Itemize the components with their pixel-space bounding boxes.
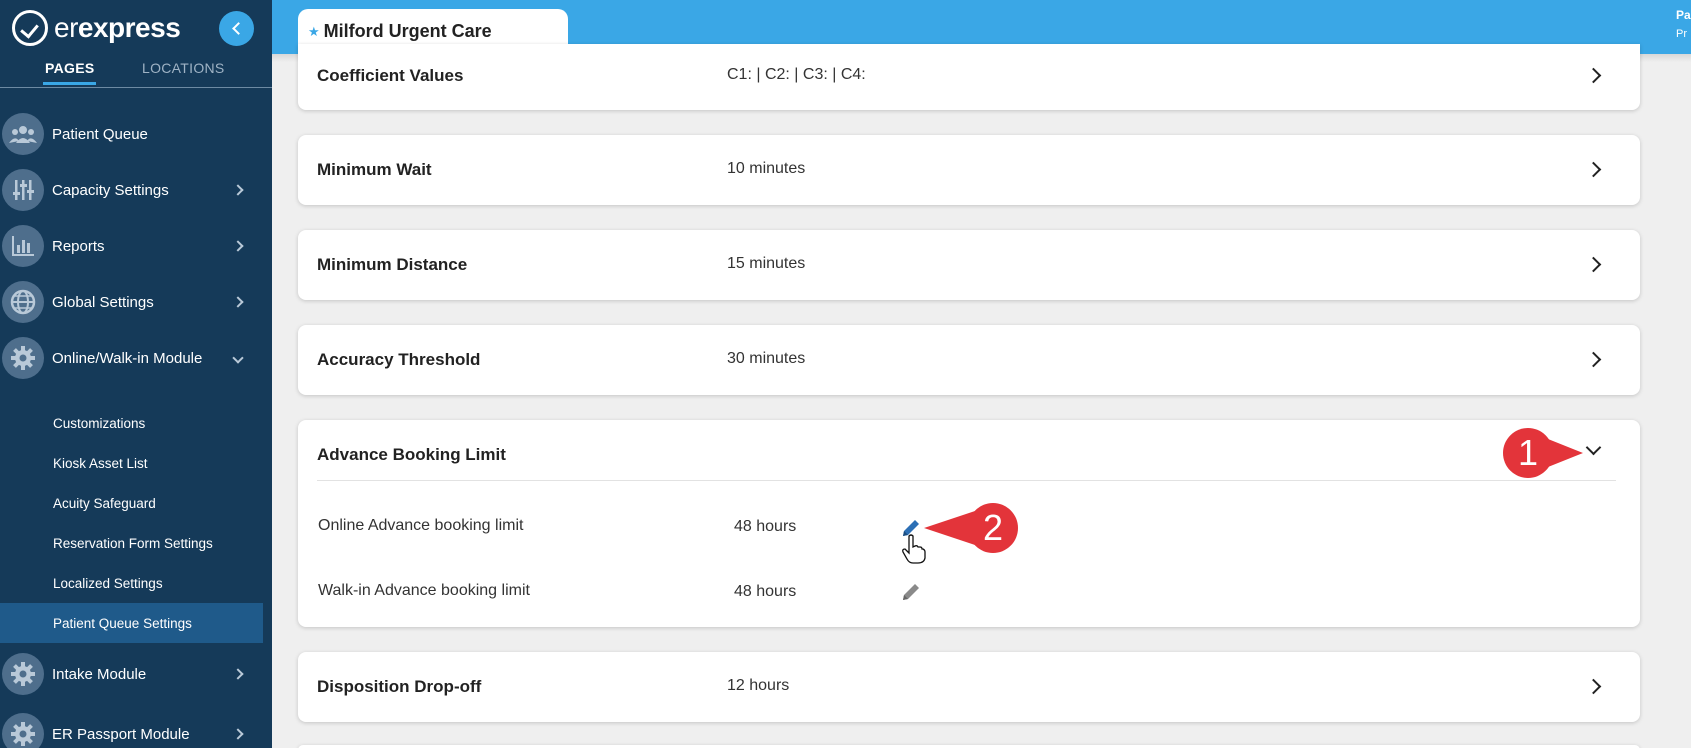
chevron-right-icon [232,240,244,252]
logo-er: er [54,12,78,43]
sidebar-item-reports[interactable]: Reports [0,218,272,274]
sidebar-item-online-walkin-module[interactable]: Online/Walk-in Module [0,330,272,386]
sidebar-item-label: Online/Walk-in Module [52,349,203,367]
chevron-right-icon [1585,67,1602,84]
divider [317,480,1616,481]
online-advance-booking-label: Online Advance booking limit [318,517,524,534]
globe-icon [2,281,44,323]
card-title: Coefficient Values [317,66,464,85]
sidebar-item-er-passport-module[interactable]: ER Passport Module [0,706,272,748]
chevron-right-icon [232,296,244,308]
callout-2: 2 [924,502,1020,554]
setting-card-coefficient-values[interactable]: Coefficient Values C1: | C2: | C3: | C4: [298,44,1640,110]
chevron-right-icon [1585,678,1602,695]
star-icon: ★ [308,23,320,39]
card-title: Disposition Drop-off [317,677,482,696]
sidebar-item-patient-queue[interactable]: Patient Queue [0,106,272,162]
sidebar-item-intake-module[interactable]: Intake Module [0,646,272,702]
edit-walkin-booking-pencil-icon[interactable] [900,581,922,603]
chevron-right-icon [232,668,244,680]
bar-chart-icon [2,225,44,267]
walkin-advance-booking-value: 48 hours [734,583,797,600]
setting-card-disposition-drop-off[interactable]: Disposition Drop-off 12 hours [298,652,1640,722]
card-value: C1: | C2: | C3: | C4: [727,66,866,83]
sidebar-item-label: Intake Module [52,665,147,683]
location-tab-label: Milford Urgent Care [323,21,492,41]
card-value: 12 hours [727,677,790,694]
online-advance-booking-value: 48 hours [734,518,797,535]
collapse-sidebar-button[interactable] [219,11,254,46]
tab-pages[interactable]: PAGES [42,60,97,85]
sidebar-subitem-localized-settings[interactable]: Localized Settings [0,563,263,603]
user-role: Pr [1676,28,1687,40]
card-title: Advance Booking Limit [317,445,506,464]
sidebar-item-capacity-settings[interactable]: Capacity Settings [0,162,272,218]
setting-card-accuracy-threshold[interactable]: Accuracy Threshold 30 minutes [298,325,1640,395]
chevron-right-icon [232,728,244,740]
chevron-right-icon [1585,161,1602,178]
chevron-down-icon [232,352,244,364]
card-title: Minimum Distance [317,255,468,274]
chevron-right-icon [1585,256,1602,273]
sidebar-subitem-reservation-form-settings[interactable]: Reservation Form Settings [0,523,263,563]
walkin-advance-booking-label: Walk-in Advance booking limit [318,582,530,599]
sidebar-item-label: Reports [52,237,105,255]
sidebar-item-label: ER Passport Module [52,725,190,743]
sidebar-item-global-settings[interactable]: Global Settings [0,274,272,330]
sidebar: erexpress PAGES LOCATIONS Patient Queue … [0,0,272,748]
sidebar-subitem-kiosk-asset-list[interactable]: Kiosk Asset List [0,443,263,483]
card-title: Accuracy Threshold [317,350,481,369]
sidebar-tabs: PAGES LOCATIONS [0,56,272,88]
user-name[interactable]: Pa [1676,8,1691,22]
card-value: 15 minutes [727,255,806,272]
chevron-right-icon [232,184,244,196]
logo-express: express [77,12,181,43]
setting-card-minimum-distance[interactable]: Minimum Distance 15 minutes [298,230,1640,300]
chevron-down-icon[interactable] [1585,439,1602,456]
callout-number: 2 [968,503,1018,553]
tab-locations[interactable]: LOCATIONS [142,60,225,76]
hand-cursor-icon [902,534,926,564]
sidebar-item-label: Global Settings [52,293,154,311]
setting-card-minimum-wait[interactable]: Minimum Wait 10 minutes [298,135,1640,205]
logo: erexpress [12,8,181,48]
sidebar-subitem-acuity-safeguard[interactable]: Acuity Safeguard [0,483,263,523]
card-value: 10 minutes [727,160,806,177]
sliders-icon [2,169,44,211]
chevron-left-icon [232,22,245,35]
sidebar-item-label: Capacity Settings [52,181,169,199]
gear-icon [2,653,44,695]
chevron-right-icon [1585,351,1602,368]
callout-1: 1 [1503,428,1583,478]
gear-icon [2,337,44,379]
card-title: Minimum Wait [317,160,432,179]
sidebar-subitem-customizations[interactable]: Customizations [0,403,263,443]
logo-check-icon [12,10,48,46]
card-value: 30 minutes [727,350,806,367]
logo-text: erexpress [54,12,181,44]
callout-number: 1 [1503,428,1553,478]
users-icon [2,113,44,155]
sidebar-item-label: Patient Queue [52,125,148,143]
gear-icon [2,713,44,748]
sidebar-subitem-patient-queue-settings[interactable]: Patient Queue Settings [0,603,263,643]
